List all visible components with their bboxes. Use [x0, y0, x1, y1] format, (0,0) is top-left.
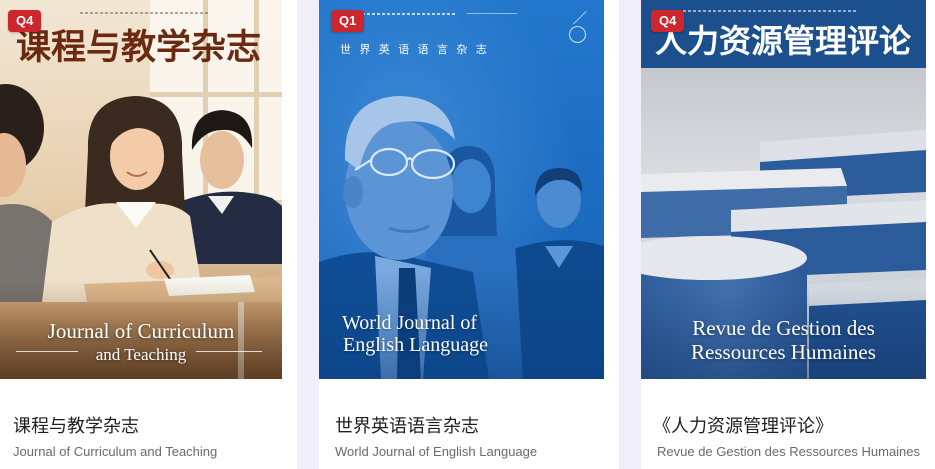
cover-title-en-line2: English Language [343, 334, 488, 356]
journal-cover[interactable]: 课程与教学杂志 Journal of Curriculum and Teachi… [0, 0, 282, 379]
cover-header-line [467, 13, 517, 14]
journal-subtitle: World Journal of English Language [335, 444, 538, 459]
cover-title-en-line1: Revue de Gestion des [692, 316, 875, 340]
cover-title-cn: 课程与教学杂志 [16, 27, 262, 68]
journal-card[interactable]: 人力资源管理评论 Revue de Gestion des Ressources… [641, 0, 935, 469]
cover-header-line [80, 12, 210, 14]
logo-icon [569, 26, 586, 43]
quartile-badge: Q4 [651, 10, 685, 32]
journal-title[interactable]: 《人力资源管理评论》 [653, 414, 833, 438]
journal-subtitle: Revue de Gestion des Ressources Humaines [657, 444, 921, 459]
cover-title-en-line2: Ressources Humaines [691, 340, 876, 364]
journal-cover[interactable]: 世界英语语言杂志 World Journal of English Langua… [319, 0, 604, 379]
cover-title-en: Journal of Curriculum and Teaching [0, 318, 282, 366]
cover-title-en-line1: Journal of Curriculum [47, 319, 235, 343]
cover-title-cn: 人力资源管理评论 [655, 22, 912, 60]
journal-cover[interactable]: 人力资源管理评论 Revue de Gestion des Ressources… [641, 0, 926, 379]
cover-header-line [683, 10, 857, 12]
cover-header-line [357, 13, 457, 15]
journal-subtitle: Journal of Curriculum and Teaching [13, 444, 218, 459]
journal-title[interactable]: 课程与教学杂志 [13, 414, 139, 438]
journal-card[interactable]: 课程与教学杂志 Journal of Curriculum and Teachi… [0, 0, 297, 469]
quartile-badge: Q1 [331, 10, 365, 32]
cover-rule-right [196, 351, 262, 352]
journal-title[interactable]: 世界英语语言杂志 [335, 414, 479, 438]
cover-title-en: Revue de Gestion des Ressources Humaines [641, 316, 926, 364]
quartile-badge: Q4 [8, 10, 42, 32]
cover-title-en-line2: and Teaching [95, 345, 187, 364]
cover-rule-left [16, 351, 78, 352]
cover-title-en-line1: World Journal of [342, 312, 478, 334]
cover-title-cn: 世界英语语言杂志 [340, 43, 496, 56]
journal-card[interactable]: 世界英语语言杂志 World Journal of English Langua… [319, 0, 619, 469]
